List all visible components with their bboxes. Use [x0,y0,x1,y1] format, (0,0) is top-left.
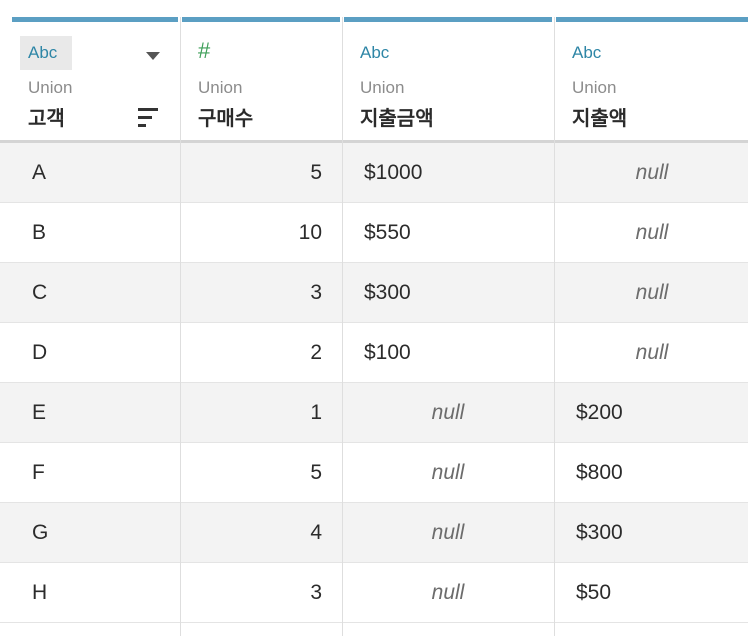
column-name: 지출액 [572,106,628,130]
table-cell-customer: H [32,581,48,604]
table-cell-count: 3 [310,281,322,304]
sort-icon[interactable] [138,108,160,128]
column-source: Union [360,78,405,97]
table-cell-amount: $100 [364,341,411,364]
column-divider [180,17,181,636]
table-cell-count: 5 [310,161,322,184]
table-cell-count: 4 [310,521,322,544]
table-cell-customer: E [32,401,47,424]
table-cell-amount: null [431,461,465,484]
table-cell-spend: $50 [576,581,612,604]
table-cell-amount: $1000 [364,161,423,184]
table-cell-spend: null [635,281,669,304]
string-type-icon: Abc [28,43,58,62]
table-row[interactable]: E 1 null $200 [0,383,748,443]
column-divider [554,17,555,636]
table-cell-customer: G [32,521,49,544]
column-source: Union [28,78,73,97]
table-cell-customer: C [32,281,48,304]
top-gap [0,0,748,17]
table-cell-amount: $550 [364,221,411,244]
column-header-customer[interactable]: Abc Union 고객 [12,17,178,142]
column-source: Union [198,78,243,97]
column-name: 지출금액 [360,106,434,130]
table-cell-amount: null [431,521,465,544]
table-cell-count: 1 [310,401,322,424]
table-row[interactable]: A 5 $1000 null [0,143,748,203]
chevron-down-icon[interactable] [146,52,160,60]
string-type-icon: Abc [572,43,602,62]
table-cell-spend: $300 [576,521,623,544]
table-row[interactable]: D 2 $100 null [0,323,748,383]
table-row[interactable]: H 3 null $50 [0,563,748,623]
table-cell-customer: D [32,341,48,364]
column-header-spend[interactable]: Abc Union 지출액 [556,17,748,142]
table-cell-spend: null [635,221,669,244]
table-row[interactable]: G 4 null $300 [0,503,748,563]
table-row[interactable]: B 10 $550 null [0,203,748,263]
column-divider [342,17,343,636]
column-name: 구매수 [198,106,254,130]
table-cell-customer: F [32,461,45,484]
column-header-count[interactable]: # Union 구매수 [182,17,340,142]
column-name: 고객 [28,106,65,130]
column-source: Union [572,78,617,97]
table-cell-customer: B [32,221,47,244]
data-grid: Abc Union 고객 # Union 구매수 Abc Union 지출금액 … [0,0,748,636]
table-cell-count: 2 [310,341,322,364]
table-cell-amount: null [431,401,465,424]
column-header-amount[interactable]: Abc Union 지출금액 [344,17,552,142]
table-cell-customer: A [32,161,47,184]
table-cell-count: 3 [310,581,322,604]
table-row[interactable]: F 5 null $800 [0,443,748,503]
table-cell-count: 5 [310,461,322,484]
table-cell-spend: null [635,161,669,184]
hash-icon: # [198,38,211,63]
table-row[interactable]: C 3 $300 null [0,263,748,323]
table-cell-amount: $300 [364,281,411,304]
table-cell-amount: null [431,581,465,604]
table-cell-count: 10 [298,221,322,244]
table-cell-spend: null [635,341,669,364]
table-cell-spend: $200 [576,401,623,424]
string-type-icon: Abc [360,43,390,62]
table-cell-spend: $800 [576,461,623,484]
